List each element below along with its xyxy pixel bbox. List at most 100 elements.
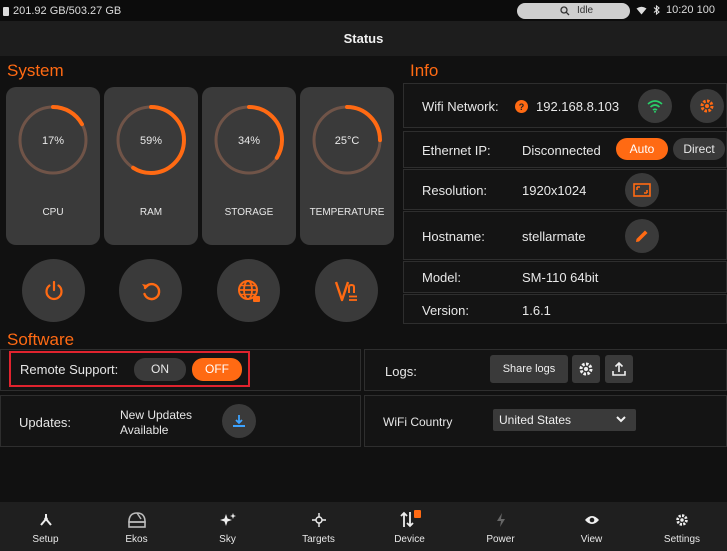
wifi-country-value: United States bbox=[499, 413, 572, 427]
question-icon: ? bbox=[515, 100, 528, 113]
ethernet-label: Ethernet IP: bbox=[422, 143, 491, 158]
eye-icon bbox=[584, 516, 599, 524]
ram-gauge: 59% bbox=[116, 105, 186, 175]
nav-sky-label: Sky bbox=[219, 534, 236, 545]
nav-view-label: View bbox=[580, 534, 603, 545]
wifi-country-label: WiFi Country bbox=[383, 415, 453, 429]
nav-setup[interactable]: Setup bbox=[0, 502, 91, 551]
cpu-card: 17% CPU bbox=[6, 87, 100, 245]
model-label: Model: bbox=[422, 270, 462, 285]
temperature-label: TEMPERATURE bbox=[309, 207, 385, 218]
chevron-down-icon bbox=[616, 416, 626, 423]
download-update-button[interactable] bbox=[222, 404, 256, 438]
wifi-network-label: Wifi Network: bbox=[422, 99, 499, 114]
storage-card: 34% STORAGE bbox=[202, 87, 296, 245]
bluetooth-icon bbox=[653, 5, 660, 15]
nav-device[interactable]: Device bbox=[364, 502, 455, 551]
storage-gauge: 34% bbox=[214, 105, 284, 175]
ekos-icon bbox=[127, 512, 146, 528]
hostname-label: Hostname: bbox=[422, 229, 485, 244]
edit-hostname-button[interactable] bbox=[625, 219, 659, 253]
nav-view[interactable]: View bbox=[546, 502, 637, 551]
clock-battery: 10:20 100 bbox=[666, 4, 715, 16]
resolution-icon bbox=[633, 183, 651, 197]
status-icons: 10:20 100 bbox=[636, 4, 715, 16]
hostname-value: stellarmate bbox=[522, 229, 586, 244]
pencil-icon bbox=[636, 230, 648, 242]
share-logs-button[interactable]: Share logs bbox=[490, 355, 568, 383]
cpu-value: 17% bbox=[42, 135, 64, 147]
search-status: Idle bbox=[577, 5, 594, 16]
nav-setup-label: Setup bbox=[32, 534, 59, 545]
remote-support-off-button[interactable]: OFF bbox=[192, 358, 242, 381]
resolution-value: 1920x1024 bbox=[522, 183, 587, 198]
ethernet-value: Disconnected bbox=[522, 143, 601, 158]
wifi-country-select[interactable]: United States bbox=[493, 409, 636, 431]
resolution-button[interactable] bbox=[625, 173, 659, 207]
temperature-card: 25°C TEMPERATURE bbox=[300, 87, 394, 245]
remote-support-on-button[interactable]: ON bbox=[134, 358, 186, 381]
search-icon bbox=[560, 6, 570, 16]
globe-icon bbox=[237, 279, 260, 302]
hostname-row: Hostname: stellarmate bbox=[403, 211, 727, 260]
model-value: SM-110 64bit bbox=[522, 270, 599, 285]
nav-targets-label: Targets bbox=[302, 534, 335, 545]
power-button[interactable] bbox=[22, 259, 85, 322]
ram-card: 59% RAM bbox=[104, 87, 198, 245]
wifi-icon bbox=[647, 100, 663, 113]
storage-label: STORAGE bbox=[224, 207, 274, 218]
upload-logs-button[interactable] bbox=[605, 355, 633, 383]
cpu-label: CPU bbox=[42, 207, 64, 218]
updates-label: Updates: bbox=[19, 415, 72, 430]
model-row: Model: SM-110 64bit bbox=[403, 261, 727, 293]
temperature-value: 25°C bbox=[335, 135, 360, 147]
temperature-gauge: 25°C bbox=[312, 105, 382, 175]
vnc-button[interactable] bbox=[315, 259, 378, 322]
wifi-network-value: 192.168.8.103 bbox=[536, 99, 620, 114]
wifi-network-row: Wifi Network: ? 192.168.8.103 bbox=[403, 83, 727, 128]
resolution-label: Resolution: bbox=[422, 183, 488, 198]
nav-sky[interactable]: Sky bbox=[182, 502, 273, 551]
sky-icon bbox=[219, 513, 236, 526]
storage-text: 201.92 GB/503.27 GB bbox=[13, 5, 122, 17]
version-label: Version: bbox=[422, 303, 469, 318]
log-settings-button[interactable] bbox=[572, 355, 600, 383]
restart-button[interactable] bbox=[119, 259, 182, 322]
wifi-settings-button[interactable] bbox=[690, 89, 724, 123]
logs-label: Logs: bbox=[385, 364, 417, 379]
storage-value: 34% bbox=[238, 135, 260, 147]
info-section-title: Info bbox=[410, 61, 439, 80]
gear-icon bbox=[700, 99, 714, 113]
wifi-button[interactable] bbox=[638, 89, 672, 123]
network-button[interactable] bbox=[217, 259, 280, 322]
nav-settings[interactable]: Settings bbox=[637, 502, 727, 551]
nav-targets[interactable]: Targets bbox=[273, 502, 364, 551]
updates-panel: Updates: New Updates Available bbox=[0, 395, 361, 447]
resolution-row: Resolution: 1920x1024 bbox=[403, 169, 727, 210]
setup-icon bbox=[39, 514, 52, 526]
power-icon bbox=[44, 280, 63, 300]
device-icon bbox=[399, 510, 421, 528]
ethernet-direct-button[interactable]: Direct bbox=[673, 138, 725, 160]
nav-device-label: Device bbox=[394, 534, 425, 545]
nav-power-label: Power bbox=[486, 534, 515, 545]
updates-status-line1: New Updates bbox=[120, 408, 193, 422]
storage-indicator: 201.92 GB/503.27 GB bbox=[3, 5, 121, 17]
targets-icon bbox=[311, 513, 326, 527]
version-value: 1.6.1 bbox=[522, 303, 551, 318]
settings-icon bbox=[676, 514, 688, 526]
search-pill[interactable]: Idle bbox=[517, 3, 630, 19]
software-section-title: Software bbox=[7, 330, 75, 349]
svg-text:?: ? bbox=[519, 102, 525, 112]
download-icon bbox=[233, 415, 245, 427]
nav-ekos-label: Ekos bbox=[125, 534, 148, 545]
restart-icon bbox=[141, 282, 160, 300]
nav-power[interactable]: Power bbox=[455, 502, 546, 551]
cpu-gauge: 17% bbox=[18, 105, 88, 175]
upload-icon bbox=[612, 361, 626, 376]
title-bar: Status bbox=[0, 21, 727, 56]
ram-value: 59% bbox=[140, 135, 162, 147]
ethernet-auto-button[interactable]: Auto bbox=[616, 138, 668, 160]
nav-ekos[interactable]: Ekos bbox=[91, 502, 182, 551]
sd-card-icon bbox=[3, 6, 9, 16]
